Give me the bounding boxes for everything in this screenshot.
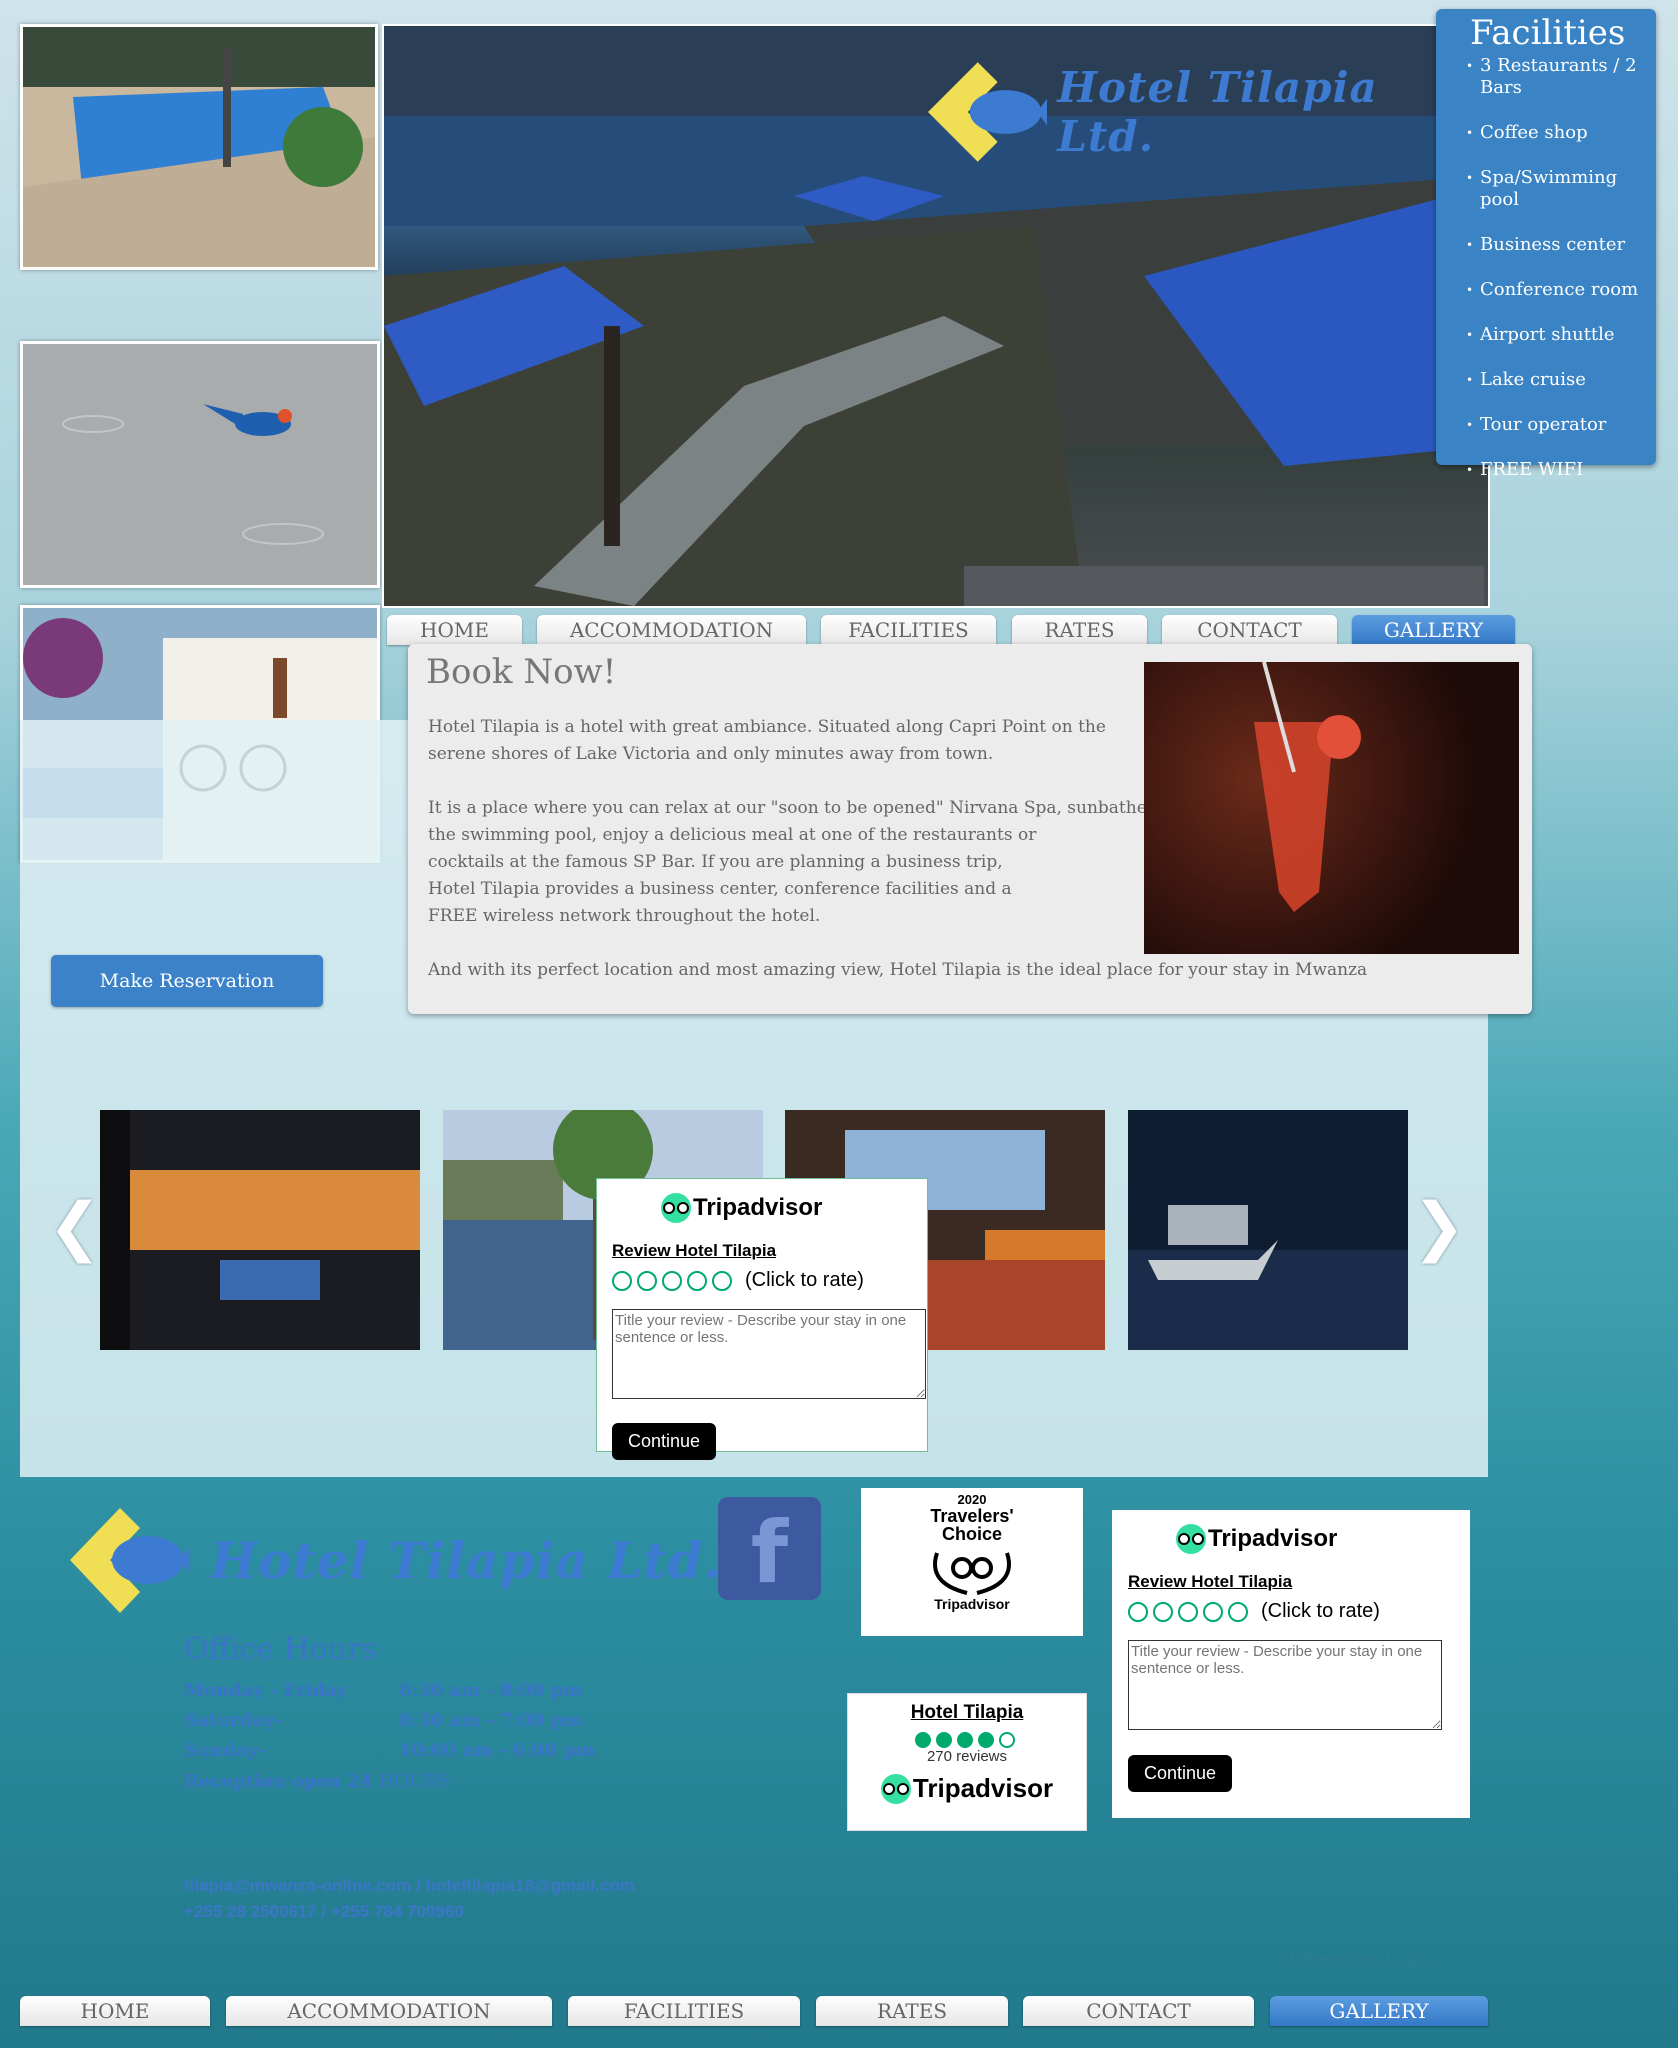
office-hours-title: Office Hours (184, 1632, 377, 1667)
nav-accommodation[interactable]: ACCOMMODATION (537, 615, 806, 645)
facility-item: Tour operator (1466, 414, 1656, 436)
book-text-line: cocktails at the famous SP Bar. If you a… (428, 852, 1003, 872)
book-text-line: It is a place where you can relax at our… (428, 798, 1170, 818)
nav-home[interactable]: HOME (20, 1996, 210, 2026)
book-text-line: Hotel Tilapia provides a business center… (428, 879, 1012, 899)
nav-gallery[interactable]: GALLERY (1270, 1996, 1488, 2026)
fish-logo-icon (70, 1508, 190, 1613)
kingfisher-photo (20, 341, 380, 588)
pool-photo (20, 24, 378, 270)
nav-contact[interactable]: CONTACT (1023, 1996, 1254, 2026)
hours-time: 10:00 am - 6:00 pm (399, 1740, 595, 1761)
rating-hotel-name[interactable]: Hotel Tilapia (848, 1702, 1086, 1724)
rating-bubbles[interactable]: (Click to rate) (1128, 1600, 1380, 1623)
click-to-rate-label: (Click to rate) (1261, 1600, 1380, 1622)
laurel-owl-icon (933, 1552, 1011, 1595)
footer-brand-name: Hotel Tilapia Ltd. (210, 1531, 722, 1590)
nav-gallery[interactable]: GALLERY (1352, 615, 1515, 645)
facility-item: Coffee shop (1466, 122, 1656, 144)
hours-day: Monday - Friday (184, 1680, 348, 1701)
tripadvisor-rating-widget[interactable]: Hotel Tilapia 270 reviews Tripadvisor (847, 1693, 1087, 1831)
rating-bubbles[interactable]: (Click to rate) (612, 1269, 864, 1292)
continue-button[interactable]: Continue (1128, 1755, 1233, 1792)
rating-brand: Tripadvisor (848, 1773, 1086, 1804)
webmaster-login-link[interactable]: Webmaster Login (1282, 1950, 1433, 1970)
tripadvisor-owl-icon (880, 1773, 911, 1804)
hours-day: Sunday- (184, 1740, 266, 1761)
hero-image: Hotel Tilapia Ltd. (382, 24, 1490, 608)
facility-item: Spa/Swimming pool (1466, 167, 1656, 211)
click-to-rate-label: (Click to rate) (745, 1269, 864, 1291)
tripadvisor-review-widget: Tripadvisor Review Hotel Tilapia (Click … (596, 1178, 928, 1460)
hours-day: Saturday- (184, 1710, 282, 1731)
tripadvisor-review-widget-footer: Tripadvisor Review Hotel Tilapia (Click … (1112, 1510, 1470, 1818)
nav-home[interactable]: HOME (387, 615, 522, 645)
contact-email[interactable]: tilapia@mwanza-online.com / hoteltilapia… (184, 1876, 635, 1896)
award-line-1: Travelers' (930, 1506, 1014, 1526)
contact-phone: +255 28 2500617 / +255 784 700960 (184, 1902, 464, 1921)
rating-review-count: 270 reviews (926, 1748, 1008, 1765)
gallery-image-boat[interactable] (1128, 1110, 1408, 1350)
facility-item: Conference room (1466, 279, 1656, 301)
footer-logo: Hotel Tilapia Ltd. (70, 1508, 722, 1613)
award-year: 2020 (957, 1492, 987, 1507)
award-line-2: Choice (941, 1524, 1002, 1544)
review-title-input[interactable] (1128, 1640, 1442, 1730)
book-now-title: Book Now! (426, 652, 617, 692)
tripadvisor-brand: Tripadvisor (1176, 1524, 1337, 1554)
continue-button[interactable]: Continue (612, 1423, 717, 1460)
book-text-line: serene shores of Lake Victoria and only … (428, 744, 994, 764)
cocktail-photo (1144, 662, 1519, 954)
book-text-line: Hotel Tilapia is a hotel with great ambi… (428, 717, 1106, 737)
reception-label: Reception open 24 HOURS (184, 1771, 451, 1792)
book-now-panel: Book Now! Hotel Tilapia is a hotel with … (408, 644, 1532, 1014)
fish-logo-icon (928, 62, 1048, 162)
nav-facilities[interactable]: FACILITIES (821, 615, 996, 645)
facilities-list: 3 Restaurants / 2 Bars Coffee shop Spa/S… (1436, 55, 1656, 481)
gallery-next-arrow[interactable]: ❯ (1412, 1190, 1466, 1264)
facilities-panel: Facilities 3 Restaurants / 2 Bars Coffee… (1436, 9, 1656, 481)
facility-item: Airport shuttle (1466, 324, 1656, 346)
review-title-link[interactable]: Review Hotel Tilapia (1128, 1572, 1292, 1592)
facilities-title: Facilities (1470, 13, 1626, 53)
review-title-input[interactable] (612, 1309, 926, 1399)
facebook-icon[interactable]: f (718, 1497, 821, 1603)
travelers-choice-badge[interactable]: 2020 Travelers' Choice Tripadvisor (861, 1488, 1083, 1636)
review-title-link[interactable]: Review Hotel Tilapia (612, 1241, 776, 1261)
book-text-line: the swimming pool, enjoy a delicious mea… (428, 825, 1037, 845)
award-brand: Tripadvisor (934, 1596, 1010, 1612)
hours-time: 8:30 am - 8:00 pm (399, 1680, 583, 1701)
facility-item: 3 Restaurants / 2 Bars (1466, 55, 1656, 99)
nav-rates[interactable]: RATES (1012, 615, 1147, 645)
book-text-line: And with its perfect location and most a… (428, 960, 1368, 980)
hours-time: 8:30 am - 7:00 pm (399, 1710, 583, 1731)
book-text-line: FREE wireless network throughout the hot… (428, 906, 821, 926)
tripadvisor-owl-icon (661, 1193, 691, 1223)
hero-logo: Hotel Tilapia Ltd. (928, 62, 1488, 162)
tripadvisor-brand: Tripadvisor (661, 1193, 822, 1223)
facility-item: Lake cruise (1466, 369, 1656, 391)
gallery-image-sunset[interactable] (100, 1110, 420, 1350)
nav-accommodation[interactable]: ACCOMMODATION (226, 1996, 552, 2026)
nav-contact[interactable]: CONTACT (1162, 615, 1337, 645)
gallery-prev-arrow[interactable]: ❮ (48, 1190, 102, 1264)
tripadvisor-owl-icon (1176, 1524, 1206, 1554)
rating-bubbles-display (848, 1732, 1086, 1748)
facility-item: FREE WIFI (1466, 459, 1656, 481)
nav-facilities[interactable]: FACILITIES (568, 1996, 800, 2026)
hero-brand-name: Hotel Tilapia Ltd. (1057, 63, 1378, 161)
make-reservation-button[interactable]: Make Reservation (51, 955, 323, 1007)
facility-item: Business center (1466, 234, 1656, 256)
nav-rates[interactable]: RATES (816, 1996, 1008, 2026)
